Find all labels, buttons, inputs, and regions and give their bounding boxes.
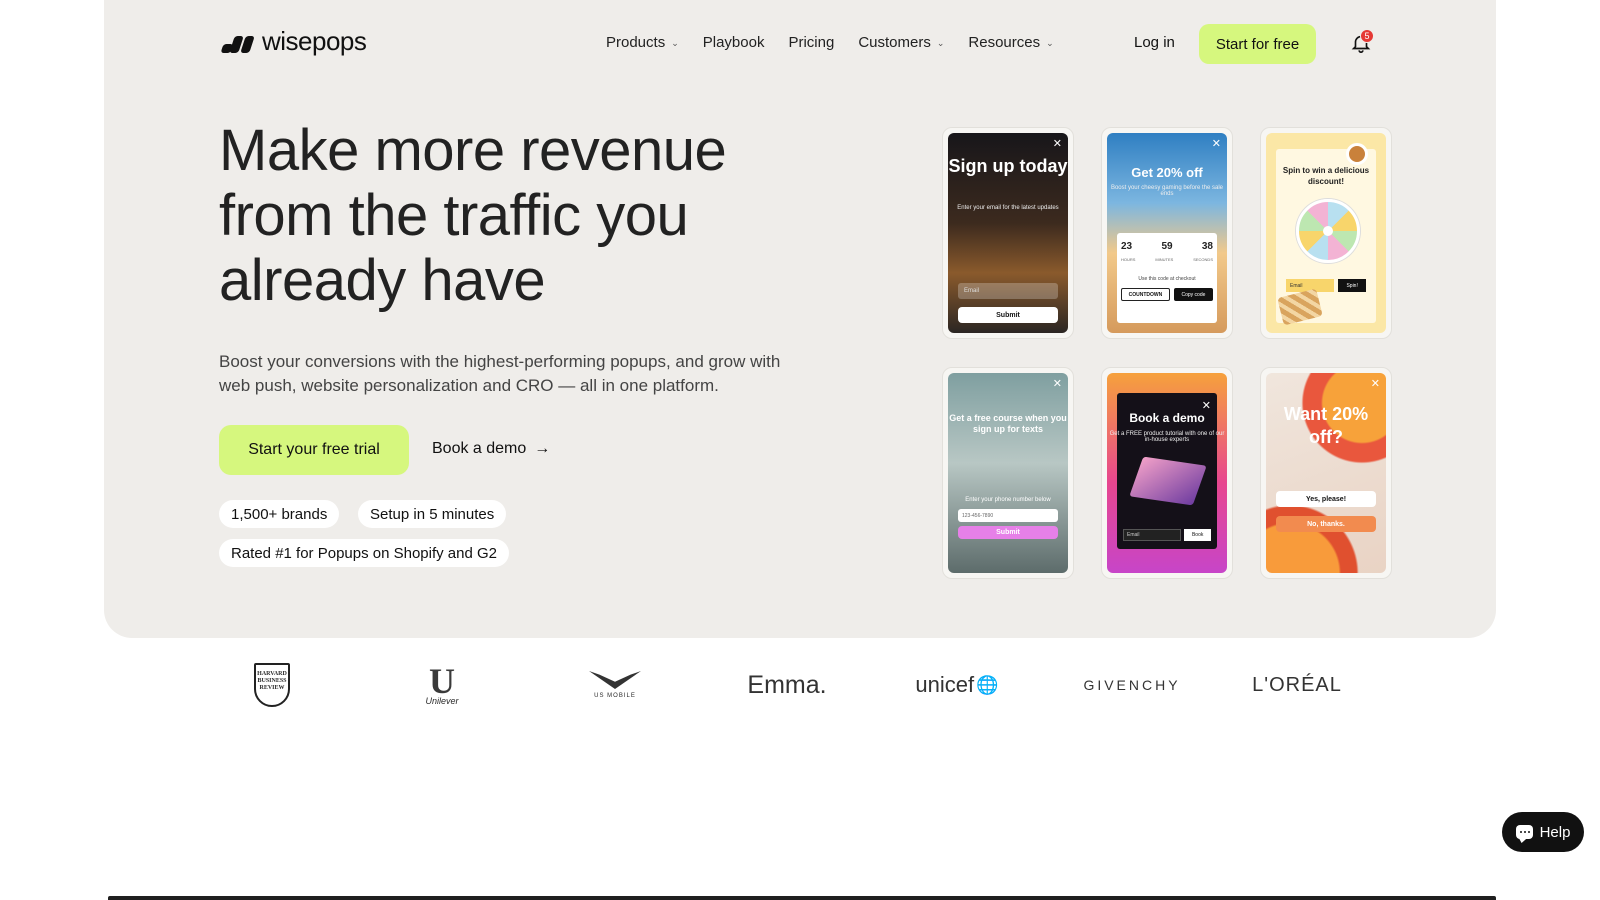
chevron-down-icon: ⌄: [1046, 38, 1054, 48]
coffee-cup-image: [1346, 143, 1368, 165]
countdown-seconds: 38: [1201, 241, 1213, 252]
unilever-logo: U Unilever: [417, 660, 467, 710]
start-for-free-button[interactable]: Start for free: [1199, 24, 1316, 64]
harvard-business-review-logo: HARVARD BUSINESS REVIEW: [252, 660, 292, 710]
spin-row: Email Spin!: [1286, 279, 1366, 292]
customer-logos: HARVARD BUSINESS REVIEW U Unilever US MO…: [222, 660, 1372, 710]
book-row: Email Book: [1123, 529, 1211, 541]
login-link[interactable]: Log in: [1134, 34, 1175, 51]
code-row: COUNTDOWN Copy code: [1121, 288, 1213, 301]
popup-preview-offer[interactable]: ✕ Want 20% off? Yes, please! No, thanks.: [1260, 367, 1392, 579]
unicef-logo: unicef 🌐: [912, 660, 1002, 710]
nav-playbook-label: Playbook: [702, 34, 765, 51]
logo-mark-icon: [220, 31, 255, 53]
arrow-right-icon: →: [534, 440, 551, 457]
popup-title: Sign up today: [948, 156, 1068, 176]
popup-preview-signup[interactable]: ✕ Sign up today Enter your email for the…: [942, 127, 1074, 339]
nav-resources[interactable]: Resources ⌄: [968, 34, 1053, 51]
nav-pricing-label: Pricing: [788, 34, 835, 51]
popup-title: Get a free course when you sign up for t…: [949, 413, 1067, 434]
unilever-mark-icon: U: [429, 661, 455, 701]
notification-badge: 5: [1360, 29, 1374, 43]
popup-title: Get 20% off: [1131, 165, 1203, 180]
headline-line: from the traffic you: [219, 183, 689, 248]
popup-preview-countdown[interactable]: ✕ Get 20% off Boost your cheesy gaming b…: [1101, 127, 1233, 339]
chat-icon: [1515, 825, 1533, 839]
popup-phone-field: 123-456-7890: [958, 509, 1058, 522]
countdown-minutes-label: MINUTES: [1155, 257, 1174, 262]
copy-code-button: Copy code: [1173, 288, 1213, 301]
book-demo-link[interactable]: Book a demo →: [432, 440, 550, 458]
badge-rated: Rated #1 for Popups on Shopify and G2: [219, 539, 510, 567]
close-icon: ✕: [1052, 378, 1062, 390]
popup-submit-button: Submit: [958, 526, 1058, 539]
badge-setup: Setup in 5 minutes: [358, 500, 507, 528]
nav-products[interactable]: Products ⌄: [606, 34, 679, 51]
help-label: Help: [1539, 823, 1571, 841]
popup-submit-button: Submit: [958, 307, 1058, 323]
globe-icon: 🌐: [976, 674, 999, 695]
spin-button: Spin!: [1338, 279, 1366, 292]
countdown-minutes: 59: [1161, 241, 1173, 252]
unicef-logo-text: unicef: [915, 672, 975, 697]
popup-preview-course[interactable]: ✕ Get a free course when you sign up for…: [942, 367, 1074, 579]
discount-code: COUNTDOWN: [1121, 288, 1170, 301]
yes-button: Yes, please!: [1276, 491, 1376, 507]
close-icon: ✕: [1052, 138, 1062, 150]
wisepops-logo[interactable]: wisepops: [220, 26, 367, 57]
headline-line: already have: [219, 248, 546, 313]
countdown-labels: HOURS MINUTES SECONDS: [1121, 257, 1213, 262]
wheel-hub: [1323, 226, 1333, 236]
eagle-icon: [589, 671, 641, 689]
countdown: 23 59 38: [1121, 241, 1213, 252]
code-note: Use this code at checkout: [1138, 276, 1196, 282]
countdown-hours: 23: [1121, 241, 1133, 252]
headline-line: Make more revenue: [219, 118, 727, 183]
logo-text: wisepops: [262, 26, 367, 56]
chevron-down-icon: ⌄: [936, 38, 945, 48]
popup-text: Enter your email for the latest updates: [957, 205, 1059, 211]
hero-headline: Make more revenue from the traffic you a…: [219, 118, 839, 313]
book-button: Book: [1184, 529, 1211, 541]
nav-products-label: Products: [606, 34, 666, 51]
no-button: No, thanks.: [1276, 516, 1376, 532]
us-mobile-logo-text: US MOBILE: [594, 693, 636, 699]
close-icon: ✕: [1370, 378, 1380, 390]
nav-customers-label: Customers: [858, 34, 931, 51]
popup-email-field: Email: [1123, 529, 1182, 541]
us-mobile-logo: US MOBILE: [586, 660, 644, 710]
badge-brands: 1,500+ brands: [219, 500, 340, 528]
popup-title: Want 20% off?: [1283, 404, 1369, 447]
start-free-trial-button[interactable]: Start your free trial: [219, 425, 409, 475]
unilever-logo-text: Unilever: [425, 696, 459, 706]
help-button[interactable]: Help: [1502, 812, 1584, 852]
popup-text: Get a FREE product tutorial with one of …: [1109, 431, 1225, 443]
popup-title: Spin to win a delicious discount!: [1282, 166, 1370, 186]
loreal-logo: L'ORÉAL: [1252, 673, 1342, 696]
popup-text: Enter your phone number below: [965, 497, 1051, 503]
givenchy-logo: GIVENCHY: [1083, 677, 1181, 693]
next-section-edge: [108, 896, 1496, 900]
popup-email-field: Email: [958, 283, 1058, 299]
harvard-logo-text: HARVARD BUSINESS REVIEW: [254, 663, 290, 707]
emma-logo: Emma.: [747, 670, 827, 699]
countdown-seconds-label: SECONDS: [1193, 257, 1213, 262]
close-icon: ✕: [1211, 138, 1221, 150]
popup-text: Boost your cheesy gaming before the sale…: [1110, 185, 1224, 197]
main-nav: Products ⌄ Playbook Pricing Customers ⌄ …: [606, 34, 1054, 51]
nav-customers[interactable]: Customers ⌄: [858, 34, 944, 51]
countdown-hours-label: HOURS: [1121, 257, 1136, 262]
nav-playbook[interactable]: Playbook: [703, 34, 765, 51]
popup-preview-demo[interactable]: ✕ Book a demo Get a FREE product tutoria…: [1101, 367, 1233, 579]
nav-resources-label: Resources: [968, 34, 1041, 51]
hero-subtext: Boost your conversions with the highest-…: [219, 352, 781, 395]
book-demo-label: Book a demo: [432, 440, 527, 457]
popup-title: Book a demo: [1129, 411, 1205, 425]
nav-pricing[interactable]: Pricing: [788, 34, 834, 51]
chevron-down-icon: ⌄: [671, 38, 679, 48]
popup-preview-spin[interactable]: Spin to win a delicious discount! Email …: [1260, 127, 1392, 339]
